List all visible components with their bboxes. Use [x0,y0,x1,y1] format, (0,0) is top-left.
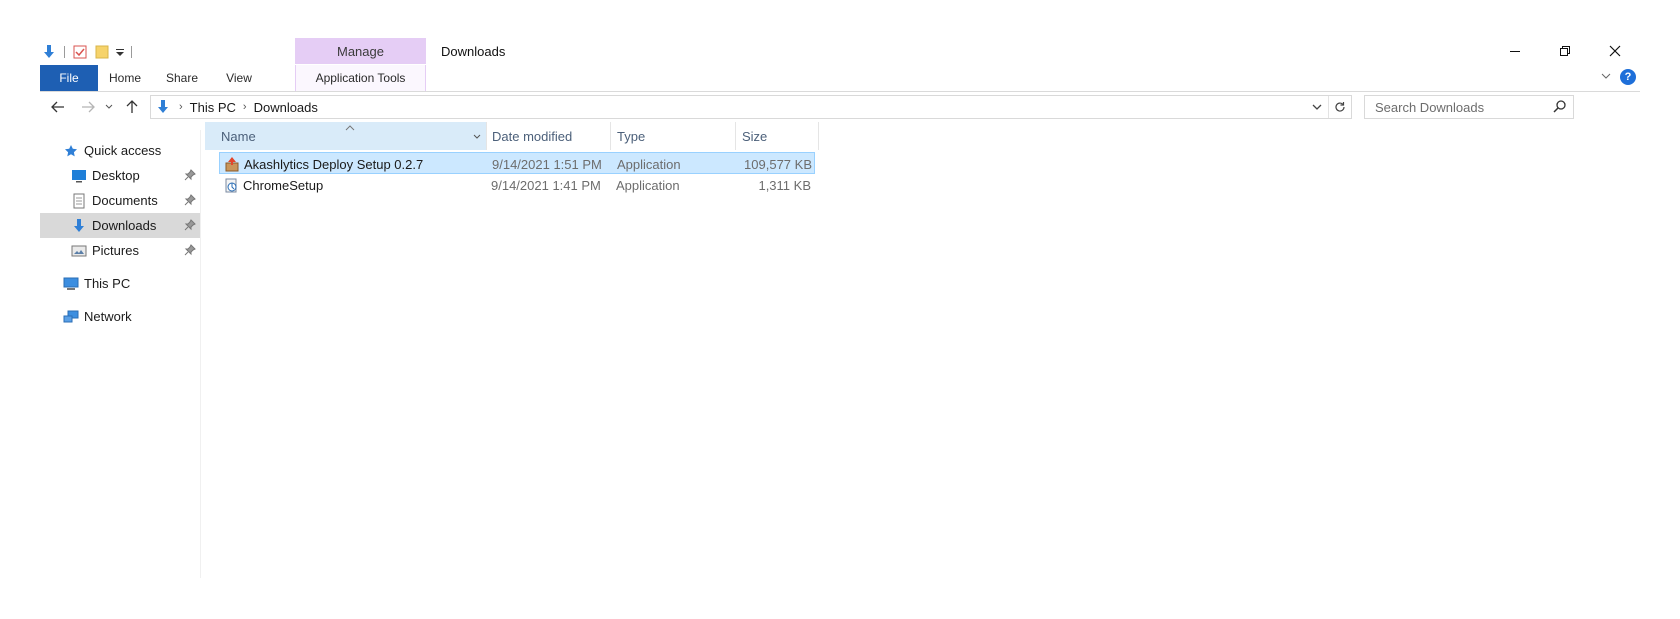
file-size: 1,311 KB [758,177,811,193]
forward-arrow-icon[interactable] [78,95,98,119]
window-title: Downloads [441,44,506,59]
address-row: › This PC › Downloads [40,92,1640,122]
address-bar[interactable]: › This PC › Downloads [150,95,1352,119]
ribbon-right-controls: ? [1600,69,1636,85]
breadcrumb-chevron-icon[interactable]: › [243,101,247,113]
expand-ribbon-icon[interactable] [1600,70,1612,85]
nav-item-label: Network [84,309,132,324]
file-name: Akashlytics Deploy Setup 0.2.7 [244,156,424,172]
help-icon[interactable]: ? [1620,69,1636,85]
nav-item-desktop[interactable]: Desktop [40,163,200,188]
column-divider[interactable] [735,122,736,150]
refresh-icon[interactable] [1328,96,1351,118]
file-name: ChromeSetup [243,177,324,193]
title-bar: Manage Downloads [40,38,1640,66]
column-dropdown-icon[interactable] [472,130,482,145]
tab-file[interactable]: File [40,65,98,91]
column-header-name[interactable]: Name [205,122,486,150]
address-bar-controls [1306,96,1351,118]
new-folder-icon[interactable] [93,43,111,61]
file-type: Application [616,177,680,193]
nav-item-documents[interactable]: Documents [40,188,200,213]
column-divider[interactable] [818,122,819,150]
file-explorer-window: Manage Downloads File Home Share View Ap… [40,38,1640,578]
nav-item-quick-access[interactable]: Quick access [40,138,200,163]
file-size: 109,577 KB [744,156,812,172]
search-icon[interactable] [1553,99,1567,116]
pin-icon[interactable] [184,169,196,184]
nav-item-label: Documents [92,193,158,208]
file-type: Application [617,156,681,172]
recent-locations-icon[interactable] [102,95,116,119]
column-header-label: Name [221,128,256,144]
column-divider[interactable] [486,122,487,150]
navigation-pane: Quick access Desktop Documents Downloads… [40,130,201,578]
back-arrow-icon[interactable] [48,95,68,119]
pin-icon[interactable] [184,219,196,234]
file-row[interactable]: ChromeSetup 9/14/2021 1:41 PM Applicatio… [219,174,815,196]
pin-icon[interactable] [184,194,196,209]
file-date-modified: 9/14/2021 1:51 PM [492,156,602,172]
nav-item-network[interactable]: Network [40,304,200,329]
ribbon-tabs: File Home Share View Application Tools ? [40,65,1640,92]
column-header-label: Size [742,128,768,144]
search-box[interactable] [1364,95,1574,119]
nav-item-label: Downloads [92,218,157,233]
nav-item-label: Desktop [92,168,140,183]
pin-icon[interactable] [184,244,196,259]
file-row[interactable]: Akashlytics Deploy Setup 0.2.7 9/14/2021… [219,152,815,174]
computer-icon [62,275,80,293]
downloads-folder-icon [155,99,171,115]
nav-item-label: This PC [84,276,131,291]
sort-ascending-icon [345,120,355,135]
column-header-type[interactable]: Type [617,122,735,150]
up-arrow-icon[interactable] [122,95,142,119]
column-header-label: Type [617,128,646,144]
nav-item-pictures[interactable]: Pictures [40,238,200,263]
quick-access-toolbar [40,42,138,62]
setup-app-icon [223,174,239,196]
documents-icon [70,192,88,210]
minimize-icon[interactable] [1490,38,1540,64]
downloads-icon [70,217,88,235]
customize-toolbar-icon[interactable] [111,43,129,61]
search-input[interactable] [1373,98,1552,116]
toolbar-separator [64,46,65,58]
desktop-icon [70,167,88,185]
installer-app-icon [224,153,240,175]
nav-item-this-pc[interactable]: This PC [40,271,200,296]
toolbar-separator [131,46,132,58]
column-header-label: Date modified [492,128,573,144]
nav-item-label: Quick access [84,143,162,158]
close-icon[interactable] [1590,38,1640,64]
column-divider[interactable] [610,122,611,150]
network-icon [62,308,80,326]
tab-share[interactable]: Share [156,65,208,91]
restore-icon[interactable] [1540,38,1590,64]
star-icon [62,142,80,160]
address-dropdown-icon[interactable] [1306,96,1328,118]
breadcrumb-chevron-icon[interactable]: › [179,101,183,113]
nav-item-downloads[interactable]: Downloads [40,213,200,238]
column-header-size[interactable]: Size [742,122,818,150]
file-date-modified: 9/14/2021 1:41 PM [491,177,601,193]
pictures-icon [70,242,88,260]
manage-tab-group[interactable]: Manage [295,38,426,64]
tab-home[interactable]: Home [100,65,150,91]
column-header-date-modified[interactable]: Date modified [492,122,610,150]
tab-application-tools[interactable]: Application Tools [295,65,426,91]
breadcrumb-this-pc[interactable]: This PC [190,100,236,115]
properties-icon[interactable] [71,43,89,61]
file-list: Name Date modified Type Size Akashlytics [205,122,1640,578]
tab-view[interactable]: View [216,65,262,91]
window-controls [1490,38,1640,64]
breadcrumb-downloads[interactable]: Downloads [254,100,318,115]
nav-item-label: Pictures [92,243,139,258]
downloads-folder-icon[interactable] [40,43,58,61]
